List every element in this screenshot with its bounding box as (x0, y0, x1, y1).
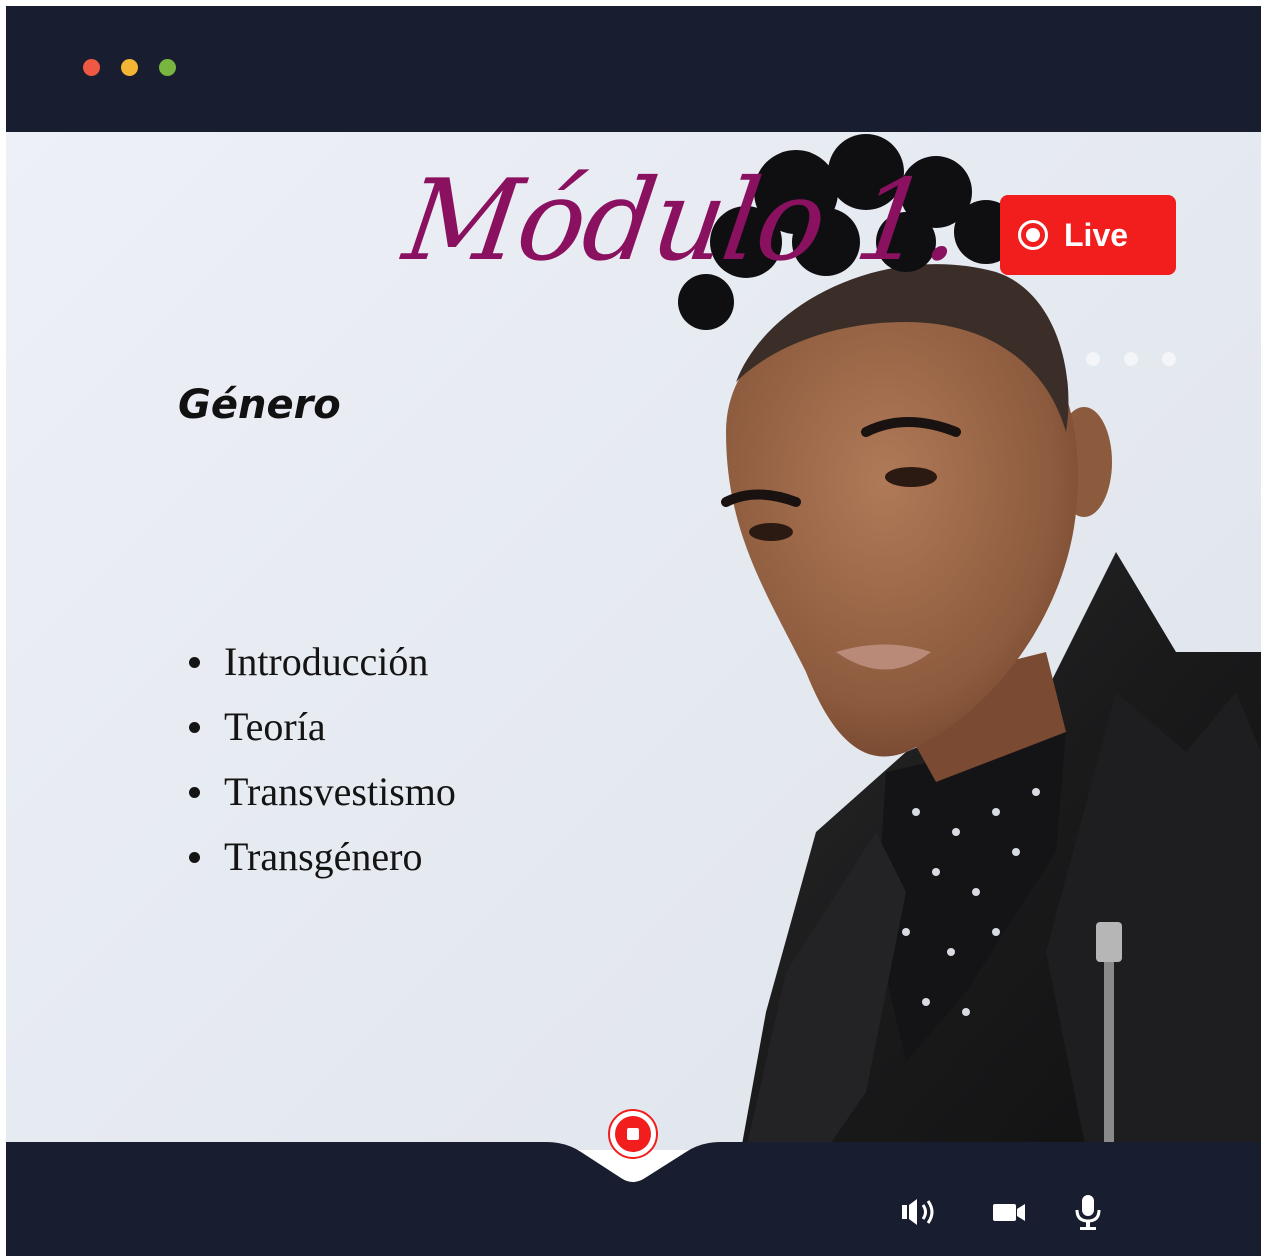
module-subtitle: Género (178, 382, 341, 428)
list-item: Teoría (186, 702, 456, 767)
bullet-icon (189, 657, 200, 668)
minimize-window-button[interactable] (121, 59, 138, 76)
microphone-icon[interactable] (1068, 1192, 1108, 1232)
live-badge: Live (1000, 195, 1176, 275)
bullet-icon (189, 722, 200, 733)
faint-dots-decoration (1086, 352, 1200, 371)
bullet-icon (189, 852, 200, 863)
list-item: Transgénero (186, 832, 456, 897)
topic-label: Teoría (224, 704, 326, 749)
record-dot-icon (1018, 220, 1048, 250)
window-titlebar (6, 6, 1261, 132)
topic-label: Transvestismo (224, 769, 456, 814)
bullet-icon (189, 787, 200, 798)
video-stage: Módulo 1. Género Introducción Teoría Tra… (6, 132, 1261, 1150)
close-window-button[interactable] (83, 59, 100, 76)
video-call-window: Módulo 1. Género Introducción Teoría Tra… (6, 6, 1261, 1256)
topic-label: Introducción (224, 639, 429, 684)
topics-list: Introducción Teoría Transvestismo Transg… (186, 637, 456, 897)
live-label: Live (1064, 216, 1129, 253)
list-item: Transvestismo (186, 767, 456, 832)
maximize-window-button[interactable] (159, 59, 176, 76)
video-camera-icon[interactable] (990, 1192, 1030, 1232)
stop-record-button[interactable] (608, 1109, 658, 1159)
topic-label: Transgénero (224, 834, 423, 879)
list-item: Introducción (186, 637, 456, 702)
speaker-icon[interactable] (899, 1192, 939, 1232)
module-title: Módulo 1. (396, 156, 969, 286)
stop-record-icon (615, 1116, 651, 1152)
